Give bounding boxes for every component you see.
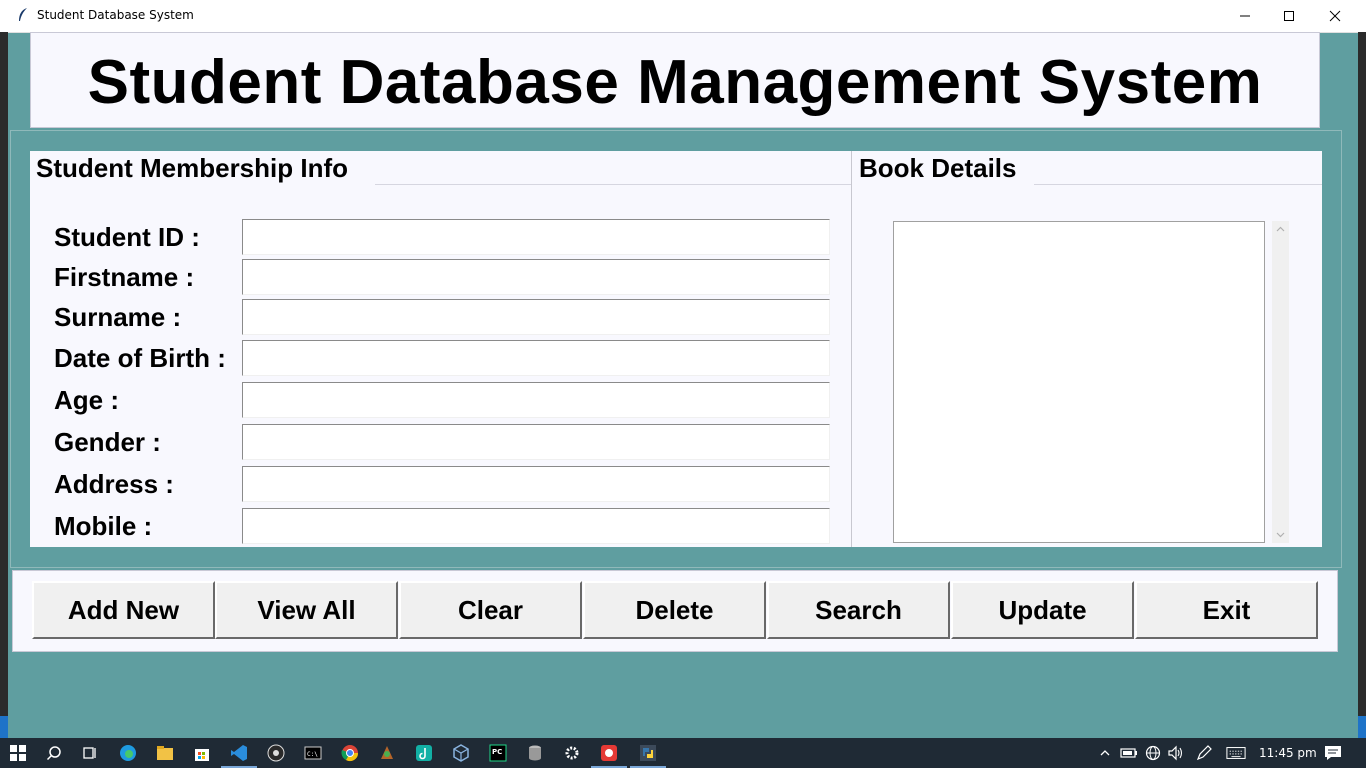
file-explorer-icon[interactable] xyxy=(155,743,175,763)
clock[interactable]: 11:45 pm xyxy=(1259,746,1317,760)
minimize-button[interactable] xyxy=(1222,0,1268,31)
virtualbox-icon[interactable] xyxy=(451,743,471,763)
edge-icon[interactable] xyxy=(118,743,138,763)
age-label: Age : xyxy=(54,385,119,415)
header-banner: Student Database Management System xyxy=(30,32,1320,128)
battery-icon[interactable] xyxy=(1119,743,1139,763)
feather-icon xyxy=(19,8,27,21)
terminal-icon[interactable]: C:\ xyxy=(303,743,323,763)
student-id-field[interactable] xyxy=(242,219,830,255)
scroll-down-icon[interactable] xyxy=(1275,529,1286,540)
window-edge-right xyxy=(1358,32,1366,738)
svg-text:C:\: C:\ xyxy=(307,751,318,758)
date-of-birth-field[interactable] xyxy=(242,340,830,376)
book-details-panel-label: Book Details xyxy=(853,151,1023,185)
minimize-icon xyxy=(1240,15,1250,16)
game-icon[interactable] xyxy=(377,743,397,763)
recorder-icon[interactable] xyxy=(591,743,627,768)
surname-label: Surname : xyxy=(54,302,182,332)
svg-text:PC: PC xyxy=(492,748,502,756)
search-icon[interactable] xyxy=(44,743,64,763)
start-icon[interactable] xyxy=(8,743,28,763)
date-of-birth-label: Date of Birth : xyxy=(54,343,226,373)
firstname-label: Firstname : xyxy=(54,262,195,292)
mobile-field[interactable] xyxy=(242,508,830,544)
window-title: Student Database System xyxy=(37,8,194,22)
vscode-icon[interactable] xyxy=(221,743,257,768)
address-field[interactable] xyxy=(242,466,830,502)
store-icon[interactable] xyxy=(192,743,212,763)
gender-field[interactable] xyxy=(242,424,830,460)
keyboard-icon[interactable] xyxy=(1226,743,1246,763)
network-icon[interactable] xyxy=(1143,743,1163,763)
exit-button[interactable]: Exit xyxy=(1135,581,1318,639)
view-all-button[interactable]: View All xyxy=(215,581,398,639)
window-titlebar: Student Database System xyxy=(0,0,1366,33)
book-details-listbox[interactable] xyxy=(893,221,1265,543)
volume-icon[interactable] xyxy=(1166,743,1186,763)
close-icon xyxy=(1329,10,1341,21)
pycharm-icon[interactable]: PC xyxy=(488,743,508,763)
address-label: Address : xyxy=(54,469,174,499)
scroll-up-icon[interactable] xyxy=(1275,224,1286,235)
maximize-icon xyxy=(1284,10,1294,21)
database-icon[interactable] xyxy=(525,743,545,763)
taskbar: C:\ PC 11:45 pm xyxy=(0,738,1366,768)
settings-icon[interactable] xyxy=(562,743,582,763)
page-title: Student Database Management System xyxy=(87,48,1263,117)
gender-label: Gender : xyxy=(54,427,161,457)
maximize-button[interactable] xyxy=(1266,0,1312,31)
notifications-icon[interactable] xyxy=(1323,743,1343,763)
student-id-label: Student ID : xyxy=(54,222,200,252)
python-icon[interactable] xyxy=(630,743,666,768)
membership-panel-label: Student Membership Info xyxy=(30,151,354,185)
mobile-label: Mobile : xyxy=(54,511,153,541)
firstname-field[interactable] xyxy=(242,259,830,295)
update-button[interactable]: Update xyxy=(951,581,1134,639)
obs-icon[interactable] xyxy=(266,743,286,763)
book-details-scrollbar[interactable] xyxy=(1272,221,1289,543)
chevron-up-icon[interactable] xyxy=(1095,743,1115,763)
chrome-icon[interactable] xyxy=(340,743,360,763)
delete-button[interactable]: Delete xyxy=(583,581,766,639)
pen-icon[interactable] xyxy=(1194,743,1214,763)
surname-field[interactable] xyxy=(242,299,830,335)
search-button[interactable]: Search xyxy=(767,581,950,639)
tiktok-icon[interactable] xyxy=(414,743,434,763)
close-button[interactable] xyxy=(1312,0,1358,31)
add-new-button[interactable]: Add New xyxy=(32,581,215,639)
age-field[interactable] xyxy=(242,382,830,418)
task-view-icon[interactable] xyxy=(80,743,100,763)
window-edge-left xyxy=(0,32,8,738)
clear-button[interactable]: Clear xyxy=(399,581,582,639)
